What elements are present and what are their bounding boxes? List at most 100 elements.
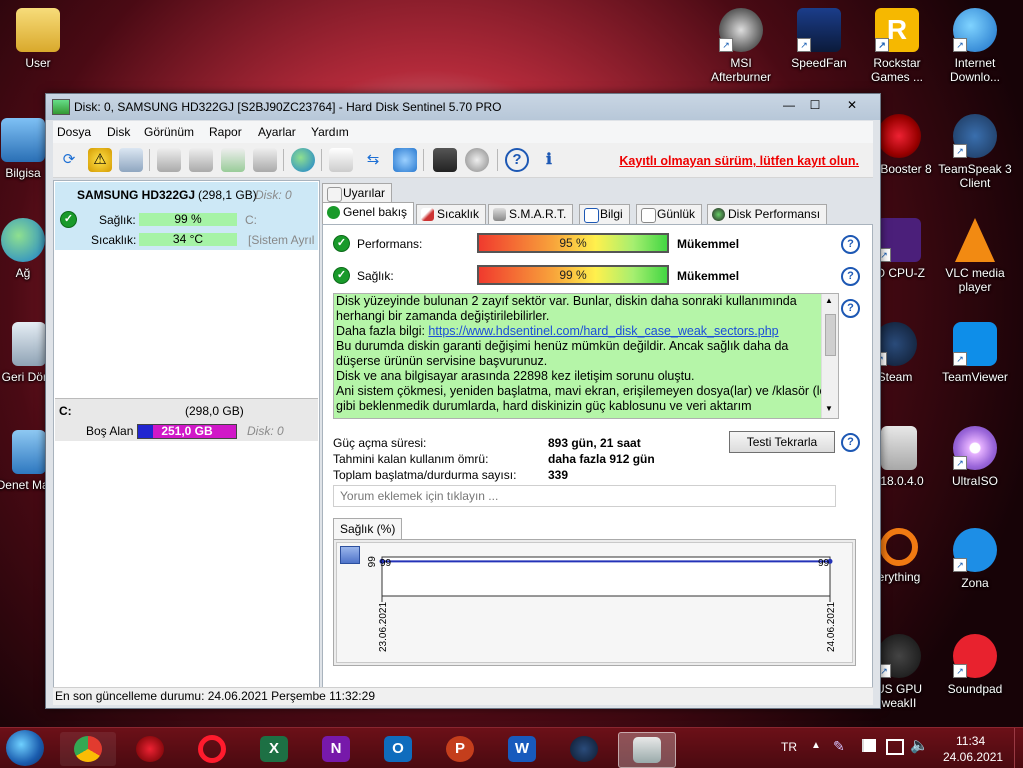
desktop-icon-zona[interactable]: ↗ Zona <box>938 528 1012 590</box>
performance-bar-value: 95 % <box>559 236 587 250</box>
taskbar-word[interactable]: W <box>494 732 550 766</box>
desktop-icon-teamviewer[interactable]: ↗ TeamViewer <box>938 322 1012 384</box>
shortcut-arrow-icon: ↗ <box>953 558 967 572</box>
message-line-5: Ani sistem çökmesi, yeniden başlatma, ma… <box>336 384 835 413</box>
health-chart-tab[interactable]: Sağlık (%) <box>333 518 403 539</box>
taskbar-hd-sentinel[interactable] <box>618 732 676 768</box>
tab-disk-performance[interactable]: Disk Performansı <box>707 204 828 224</box>
partition-entry[interactable]: C: (298,0 GB) Boş Alan 251,0 GB Disk: 0 <box>55 398 318 441</box>
network-tray-icon[interactable] <box>886 739 904 755</box>
disk-tools-icon[interactable] <box>253 148 277 172</box>
action-center-flag-icon[interactable] <box>862 739 876 752</box>
taskbar-onenote[interactable]: N <box>308 732 364 766</box>
disk-test-icon[interactable] <box>157 148 181 172</box>
web-update-icon[interactable] <box>291 148 315 172</box>
tray-expand-icon[interactable]: ▲ <box>811 740 821 751</box>
desktop-icon-speedfan[interactable]: ↗ SpeedFan <box>782 8 856 70</box>
language-indicator[interactable]: TR <box>781 740 797 754</box>
desktop-icon-soundpad[interactable]: ↗ Soundpad <box>938 634 1012 696</box>
network-share-icon[interactable] <box>393 148 417 172</box>
disk-status-message[interactable]: Disk yüzeyinde bulunan 2 zayıf sektör va… <box>333 293 839 419</box>
disk-entry-selected[interactable]: SAMSUNG HD322GJ (298,1 GB) Disk: 0 ✓ Sağ… <box>55 182 318 250</box>
show-desktop-button[interactable] <box>1014 728 1023 768</box>
taskbar-powerpoint[interactable]: P <box>432 732 488 766</box>
vlc-cone-icon <box>955 218 995 262</box>
taskbar-chrome[interactable] <box>60 732 116 766</box>
disk-check-icon[interactable] <box>221 148 245 172</box>
health-help-icon[interactable]: ? <box>841 267 860 286</box>
scroll-up-icon[interactable]: ▲ <box>825 296 833 305</box>
desktop-icon-internet-download[interactable]: ↗ Internet Downlo... <box>938 8 1012 84</box>
alert-settings-icon[interactable]: ⚠ <box>88 148 112 172</box>
tab-log[interactable]: Günlük <box>636 204 703 224</box>
pen-icon[interactable]: ✎ <box>833 738 845 755</box>
health-bar-value: 99 % <box>559 268 587 282</box>
desktop-icon-vlc[interactable]: VLC media player <box>938 218 1012 294</box>
performance-help-icon[interactable]: ? <box>841 235 860 254</box>
menu-rapor[interactable]: Rapor <box>209 125 242 139</box>
menu-disk[interactable]: Disk <box>107 125 130 139</box>
control-panel-icon <box>12 430 46 474</box>
volume-icon[interactable]: 🔈 <box>910 736 929 754</box>
taskbar-opera[interactable] <box>184 732 240 766</box>
hd-sentinel-app-icon <box>52 99 70 115</box>
desktop-icon-teamspeak[interactable]: ↗ TeamSpeak 3 Client <box>938 114 1012 190</box>
menu-dosya[interactable]: Dosya <box>57 125 91 139</box>
disk-surface-icon[interactable] <box>189 148 213 172</box>
refresh-icon[interactable]: ⟳ <box>57 148 81 172</box>
free-space-label: Boş Alan <box>86 424 134 438</box>
clock-time[interactable]: 11:34 <box>956 734 985 748</box>
taskbar-steam[interactable] <box>556 732 612 766</box>
tab-warnings[interactable]: Uyarılar <box>322 183 393 203</box>
menu-yardim[interactable]: Yardım <box>311 125 349 139</box>
temperature-label: Sıcaklık: <box>91 233 137 247</box>
disk-info-icon[interactable] <box>119 148 143 172</box>
unregistered-nag-link[interactable]: Kayıtlı olmayan sürüm, lütfen kayıt olun… <box>619 154 859 168</box>
teamspeak-icon: ↗ <box>953 114 997 158</box>
taskbar-booster[interactable] <box>122 732 178 766</box>
desktop-icon-user[interactable]: User <box>1 8 75 70</box>
help-icon[interactable]: ? <box>505 148 529 172</box>
desktop-icon-label: Steam <box>877 370 913 384</box>
maximize-button[interactable]: ☐ <box>802 96 828 114</box>
desktop-icon-label: User <box>25 56 51 70</box>
message-scrollbar[interactable]: ▲ ▼ <box>821 294 838 418</box>
retest-button[interactable]: Testi Tekrarla <box>729 431 835 453</box>
desktop-icon-rockstar[interactable]: R ↗ Rockstar Games ... <box>860 8 934 84</box>
comment-field[interactable]: Yorum eklemek için tıklayın ... <box>333 485 836 507</box>
scroll-down-icon[interactable]: ▼ <box>825 404 833 413</box>
tab-temperature[interactable]: Sıcaklık <box>416 204 487 224</box>
last-update-text: En son güncelleme durumu: 24.06.2021 Per… <box>55 689 375 703</box>
desktop-icon-ultraiso[interactable]: ↗ UltraISO <box>938 426 1012 488</box>
toolbar-separator <box>149 149 150 171</box>
minimize-button[interactable]: — <box>776 96 802 114</box>
desktop-icon-msi-afterburner[interactable]: ↗ MSI Afterburner <box>704 8 778 84</box>
chart-x-tick-label: 23.06.2021 <box>378 602 389 652</box>
title-bar[interactable]: Disk: 0, SAMSUNG HD322GJ [S2BJ90ZC23764]… <box>46 94 880 120</box>
desktop-icon-label: VLC media player <box>945 266 1005 294</box>
hd-sentinel-icon <box>633 737 661 763</box>
clock-date[interactable]: 24.06.2021 <box>943 750 1003 764</box>
tab-overview[interactable]: Genel bakış <box>322 202 415 225</box>
tab-info[interactable]: Bilgi <box>579 204 630 224</box>
close-button[interactable]: ✕ <box>830 96 874 114</box>
retest-help-icon[interactable]: ? <box>841 433 860 452</box>
taskbar-excel[interactable]: X <box>246 732 302 766</box>
tab-smart[interactable]: S.M.A.R.T. <box>488 204 574 224</box>
monitor-icon[interactable] <box>433 148 457 172</box>
sync-icon[interactable]: ⇆ <box>361 148 385 172</box>
report-icon[interactable] <box>329 148 353 172</box>
chart-point-label: 99 <box>380 558 392 569</box>
more-info-link[interactable]: https://www.hdsentinel.com/hard_disk_cas… <box>428 324 778 338</box>
about-info-icon[interactable]: ℹ <box>537 148 561 172</box>
taskbar-outlook[interactable]: O <box>370 732 426 766</box>
message-help-icon[interactable]: ? <box>841 299 860 318</box>
health-chart-panel: 99 23.06.2021 99 24.06.2021 99 <box>333 539 856 666</box>
start-button[interactable] <box>6 730 44 766</box>
more-info-label: Daha fazla bilgi: <box>336 324 429 338</box>
desktop-icon-label: Soundpad <box>947 682 1003 696</box>
scroll-thumb[interactable] <box>825 314 836 356</box>
sound-icon[interactable] <box>465 148 489 172</box>
menu-gorunum[interactable]: Görünüm <box>144 125 194 139</box>
menu-ayarlar[interactable]: Ayarlar <box>258 125 296 139</box>
